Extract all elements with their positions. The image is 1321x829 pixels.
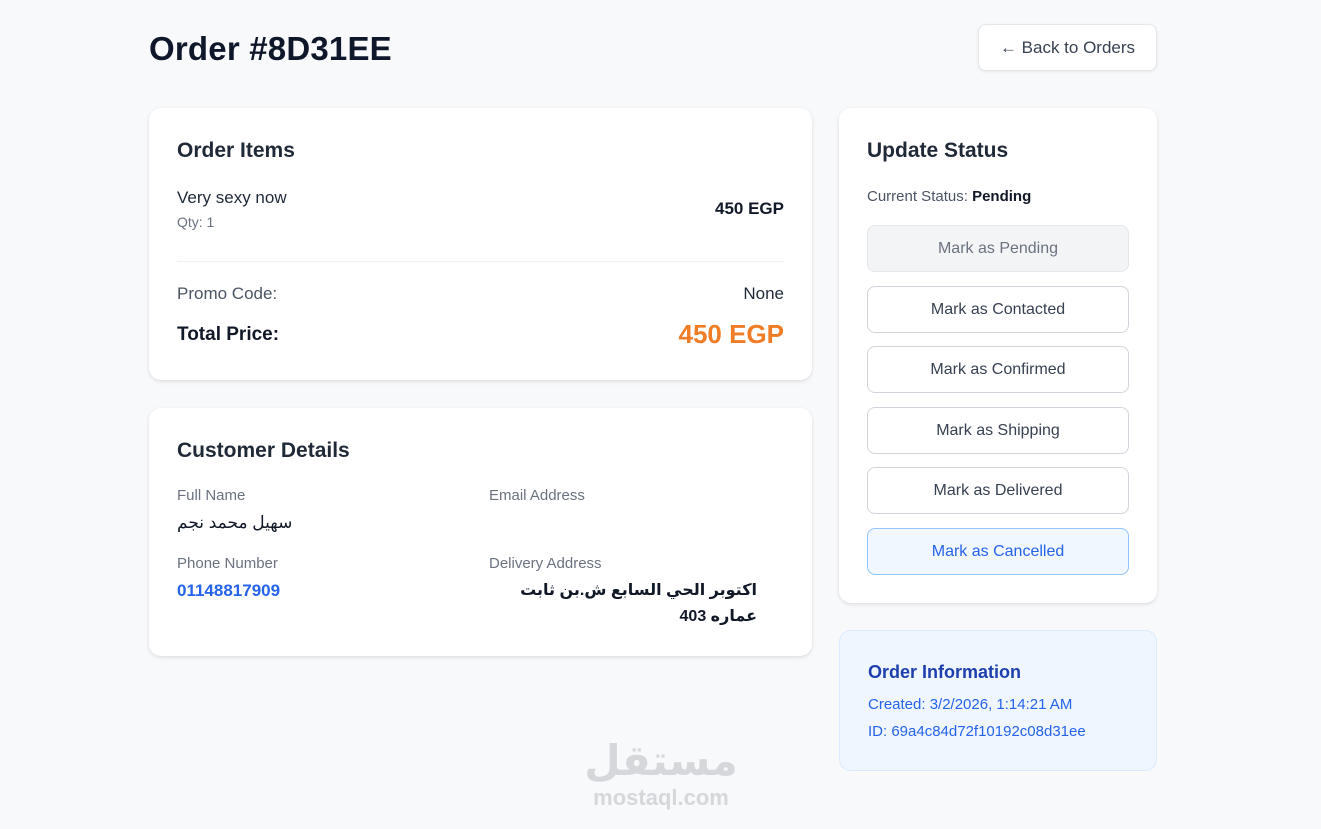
item-price: 450 EGP <box>715 199 784 218</box>
order-id: ID: 69a4c84d72f10192c08d31ee <box>868 723 1086 740</box>
delivery-address-label: Delivery Address <box>489 555 602 572</box>
phone-field: Phone Number 01148817909 <box>177 555 467 604</box>
mark-confirmed-button[interactable]: Mark as Confirmed <box>867 346 1129 393</box>
watermark-latin: mostaql.com <box>593 785 729 810</box>
mark-delivered-button[interactable]: Mark as Delivered <box>867 467 1129 514</box>
watermark-arabic: مستقل <box>584 736 738 785</box>
items-divider <box>177 261 784 262</box>
full-name-label: Full Name <box>177 487 246 504</box>
order-items-card: Order Items Very sexy now Qty: 1 450 EGP… <box>149 108 812 380</box>
back-to-orders-button[interactable]: ← Back to Orders <box>978 24 1157 71</box>
promo-code-label: Promo Code: <box>177 284 278 303</box>
full-name-value: سهيل محمد نجم <box>177 513 293 532</box>
phone-label: Phone Number <box>177 555 278 572</box>
order-item-row: Very sexy now Qty: 1 450 EGP <box>177 188 784 230</box>
item-qty: Qty: 1 <box>177 214 215 230</box>
current-status-label: Current Status: <box>867 188 968 205</box>
total-price-row: Total Price: 450 EGP <box>177 319 784 350</box>
phone-link[interactable]: 01148817909 <box>177 578 467 604</box>
promo-code-row: Promo Code: None <box>177 284 784 304</box>
order-information-title: Order Information <box>868 662 1022 682</box>
email-field: Email Address <box>489 487 779 510</box>
mark-shipping-button[interactable]: Mark as Shipping <box>867 407 1129 454</box>
total-price-label: Total Price: <box>177 323 280 345</box>
mostaql-watermark: مستقل mostaql.com <box>580 737 742 811</box>
customer-details-title: Customer Details <box>177 439 350 462</box>
current-status: Current Status: Pending <box>867 188 1031 205</box>
promo-code-value: None <box>743 284 784 303</box>
order-page: Order #8D31EE ← Back to Orders Order Ite… <box>0 0 1321 829</box>
mark-contacted-button[interactable]: Mark as Contacted <box>867 286 1129 333</box>
update-status-title: Update Status <box>867 139 1009 162</box>
delivery-address-field: Delivery Address اكتوبر الحي السابع ش.بن… <box>489 555 779 630</box>
current-status-value: Pending <box>972 188 1032 205</box>
mark-pending-button[interactable]: Mark as Pending <box>867 225 1129 272</box>
item-name: Very sexy now <box>177 188 287 207</box>
update-status-card: Update Status Current Status: Pending Ma… <box>839 108 1157 603</box>
order-created-date: Created: 3/2/2026, 1:14:21 AM <box>868 696 1073 713</box>
customer-details-card: Customer Details Full Name سهيل محمد نجم… <box>149 408 812 656</box>
total-price-value: 450 EGP <box>678 319 784 349</box>
mark-cancelled-button[interactable]: Mark as Cancelled <box>867 528 1129 575</box>
page-title: Order #8D31EE <box>149 30 392 67</box>
full-name-field: Full Name سهيل محمد نجم <box>177 487 467 536</box>
delivery-address-value: اكتوبر الحي السابع ش.بن ثابت عماره 403 <box>520 582 757 625</box>
order-items-title: Order Items <box>177 139 295 162</box>
order-information-card: Order Information Created: 3/2/2026, 1:1… <box>839 630 1157 771</box>
email-label: Email Address <box>489 487 585 504</box>
